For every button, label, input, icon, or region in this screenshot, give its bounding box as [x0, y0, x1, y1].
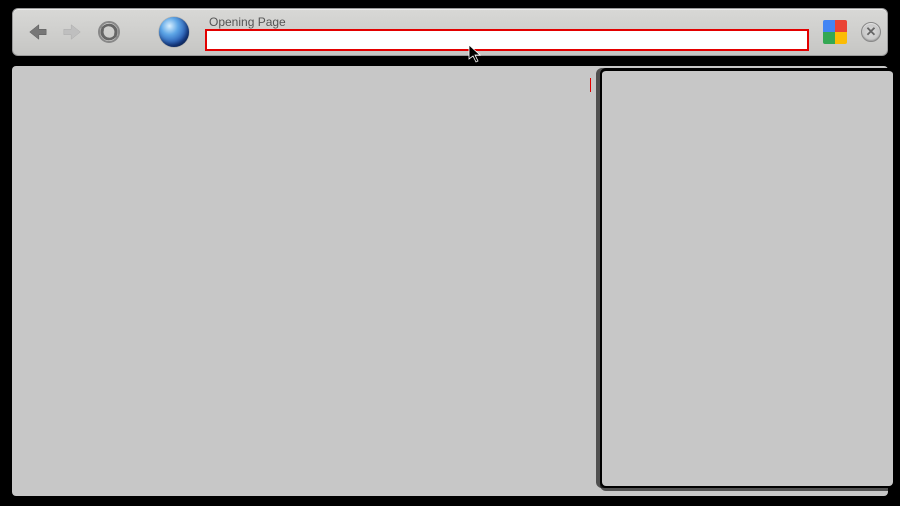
address-bar-container: Opening Page: [205, 9, 809, 55]
address-bar-input[interactable]: [205, 29, 809, 51]
browser-toolbar: Opening Page ✕: [12, 8, 888, 56]
popup-panel[interactable]: [600, 68, 895, 488]
back-arrow-icon: [26, 21, 48, 43]
home-globe-button[interactable]: [159, 17, 189, 47]
maps-icon: [823, 20, 835, 32]
close-button[interactable]: ✕: [861, 22, 881, 42]
forward-arrow-icon: [62, 21, 84, 43]
reload-icon: [97, 20, 121, 44]
back-button[interactable]: [23, 18, 51, 46]
page-status-label: Opening Page: [205, 15, 809, 29]
close-icon: ✕: [866, 24, 877, 40]
reload-button[interactable]: [95, 18, 123, 46]
forward-button[interactable]: [59, 18, 87, 46]
text-caret: [590, 78, 591, 92]
google-maps-button[interactable]: [823, 20, 847, 44]
